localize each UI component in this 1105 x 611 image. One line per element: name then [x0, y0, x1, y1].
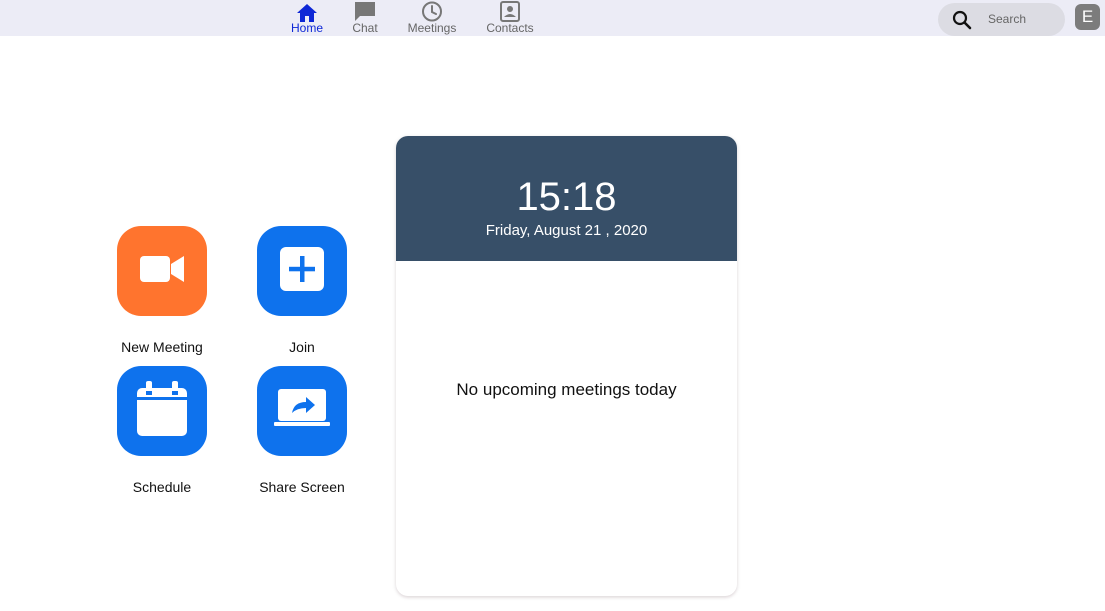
share-screen-button[interactable] — [257, 366, 347, 456]
tab-meetings[interactable]: Meetings — [402, 0, 462, 36]
join-button[interactable] — [257, 226, 347, 316]
tab-contacts[interactable]: Contacts — [482, 0, 538, 36]
join-label: Join — [289, 339, 315, 355]
tab-chat-label: Chat — [352, 21, 378, 35]
avatar[interactable]: E — [1075, 4, 1100, 30]
upcoming-meetings-card: 15:18 Friday, August 21 , 2020 No upcomi… — [396, 136, 737, 596]
search-box[interactable] — [938, 3, 1065, 36]
new-meeting-label: New Meeting — [121, 339, 203, 355]
current-time: 15:18 — [516, 175, 617, 219]
tab-meetings-label: Meetings — [407, 21, 457, 35]
tab-contacts-label: Contacts — [486, 21, 534, 35]
video-camera-icon — [140, 254, 184, 289]
search-icon — [952, 10, 972, 35]
home-icon — [297, 0, 317, 22]
calendar-icon — [136, 380, 188, 442]
schedule-label: Schedule — [132, 479, 192, 495]
contacts-icon — [499, 0, 521, 22]
search-input[interactable] — [988, 9, 1058, 29]
tab-chat[interactable]: Chat — [345, 0, 385, 36]
tab-home-label: Home — [290, 21, 323, 35]
share-screen-icon — [274, 388, 330, 434]
top-bar: Home Chat Meetings Contacts E — [0, 0, 1105, 36]
card-header: 15:18 Friday, August 21 , 2020 — [396, 136, 737, 261]
empty-meetings-message: No upcoming meetings today — [456, 380, 677, 399]
new-meeting-button[interactable] — [117, 226, 207, 316]
current-date: Friday, August 21 , 2020 — [485, 222, 648, 239]
clock-icon — [421, 0, 443, 22]
schedule-button[interactable] — [117, 366, 207, 456]
share-screen-label: Share Screen — [259, 479, 345, 495]
plus-icon — [280, 246, 324, 296]
tab-home[interactable]: Home — [287, 0, 327, 36]
chat-icon — [354, 0, 376, 22]
